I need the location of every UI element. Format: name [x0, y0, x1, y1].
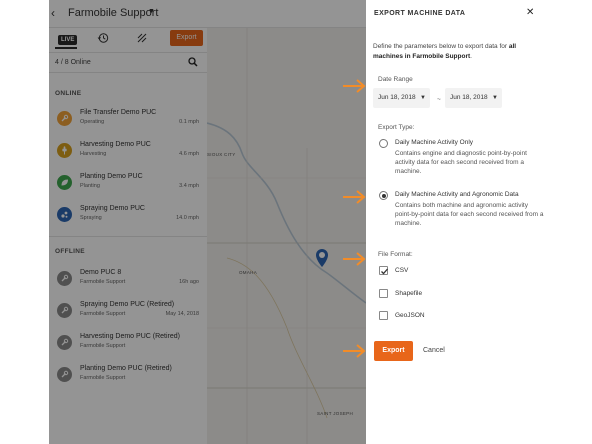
- export-type-label: Export Type:: [378, 124, 415, 131]
- screen: { "colors": { "accent": "#e8661a", "oper…: [0, 0, 592, 444]
- callout-arrow-icon: [343, 252, 366, 266]
- checkmark-icon: [381, 268, 388, 275]
- format-label[interactable]: CSV: [395, 267, 408, 274]
- modal-backdrop[interactable]: [49, 0, 366, 444]
- dialog-description: Define the parameters below to export da…: [373, 42, 543, 62]
- close-icon[interactable]: ✕: [526, 7, 534, 18]
- radio-activity-only[interactable]: [379, 139, 388, 148]
- format-label[interactable]: GeoJSON: [395, 312, 425, 319]
- cancel-button[interactable]: Cancel: [423, 347, 445, 354]
- dialog-title: EXPORT MACHINE DATA: [374, 10, 466, 17]
- checkbox-geojson[interactable]: [379, 311, 388, 320]
- caret-down-icon: ▼: [492, 95, 498, 101]
- callout-arrow-icon: [343, 79, 366, 93]
- option-description: Contains both machine and agronomic acti…: [395, 202, 544, 227]
- checkbox-shapefile[interactable]: [379, 289, 388, 298]
- option-description: Contains engine and diagnostic point-by-…: [395, 150, 527, 175]
- end-date-select[interactable]: Jun 18, 2018 ▼: [445, 88, 502, 108]
- radio-activity-and-agronomic[interactable]: [379, 191, 388, 200]
- date-range-label: Date Range: [378, 76, 413, 83]
- option-title[interactable]: Daily Machine Activity and Agronomic Dat…: [395, 191, 519, 198]
- checkbox-csv[interactable]: [379, 266, 388, 275]
- description-end: .: [470, 53, 472, 60]
- date-separator: ~: [437, 96, 441, 103]
- callout-arrow-icon: [343, 344, 366, 358]
- export-submit-button[interactable]: Export: [374, 341, 413, 361]
- callout-arrow-icon: [343, 190, 366, 204]
- caret-down-icon: ▼: [420, 95, 426, 101]
- option-title[interactable]: Daily Machine Activity Only: [395, 139, 473, 146]
- end-date-value: Jun 18, 2018: [450, 94, 488, 101]
- description-text: Define the parameters below to export da…: [373, 43, 509, 50]
- file-format-label: File Format:: [378, 251, 413, 258]
- start-date-select[interactable]: Jun 18, 2018 ▼: [373, 88, 430, 108]
- start-date-value: Jun 18, 2018: [378, 94, 416, 101]
- format-label[interactable]: Shapefile: [395, 290, 422, 297]
- export-machine-data-dialog: EXPORT MACHINE DATA ✕ Define the paramet…: [366, 0, 549, 444]
- app-background: ‹ Farmobile Support ▼ LIVE Export 4 / 8 …: [49, 0, 366, 444]
